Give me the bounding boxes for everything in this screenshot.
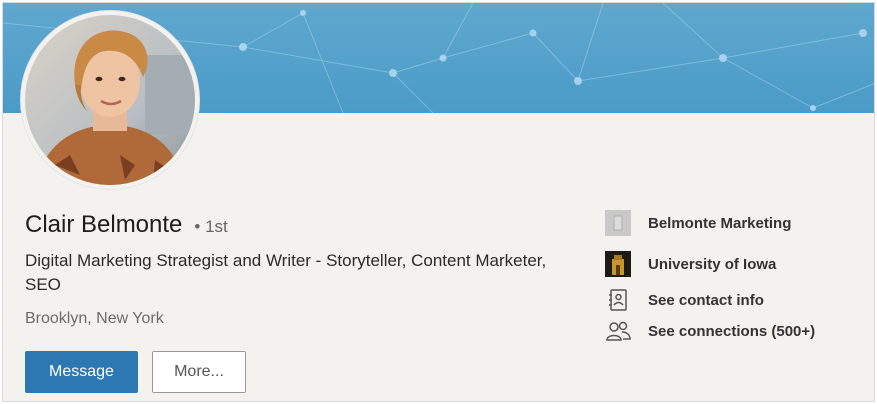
avatar-portrait-icon [25,15,195,185]
sidebar-item-connections[interactable]: See connections (500+) [605,318,815,344]
sidebar-item-contact-info[interactable]: See contact info [605,287,764,313]
profile-location: Brooklyn, New York [25,310,164,327]
profile-card: Clair Belmonte • 1st Digital Marketing S… [2,2,875,402]
sidebar-item-company[interactable]: Belmonte Marketing [605,210,791,236]
sidebar-item-label: See contact info [648,291,764,309]
profile-photo[interactable] [25,15,195,185]
more-button[interactable]: More... [152,351,246,393]
connection-degree-badge: • 1st [194,217,228,236]
sidebar-item-label: Belmonte Marketing [648,214,792,232]
profile-headline: Digital Marketing Strategist and Writer … [25,251,547,294]
people-icon [605,318,631,344]
university-logo-icon [605,251,631,277]
profile-name: Clair Belmonte [25,211,183,238]
sidebar-item-school[interactable]: University of Iowa [605,251,776,277]
company-logo-icon [605,210,631,236]
sidebar-item-label: See connections (500+) [648,322,816,340]
message-button[interactable]: Message [25,351,138,393]
name-row: Clair Belmonte • 1st [25,211,228,239]
profile-photo-frame [21,11,199,189]
contact-card-icon [605,287,631,313]
sidebar-item-label: University of Iowa [648,255,777,273]
